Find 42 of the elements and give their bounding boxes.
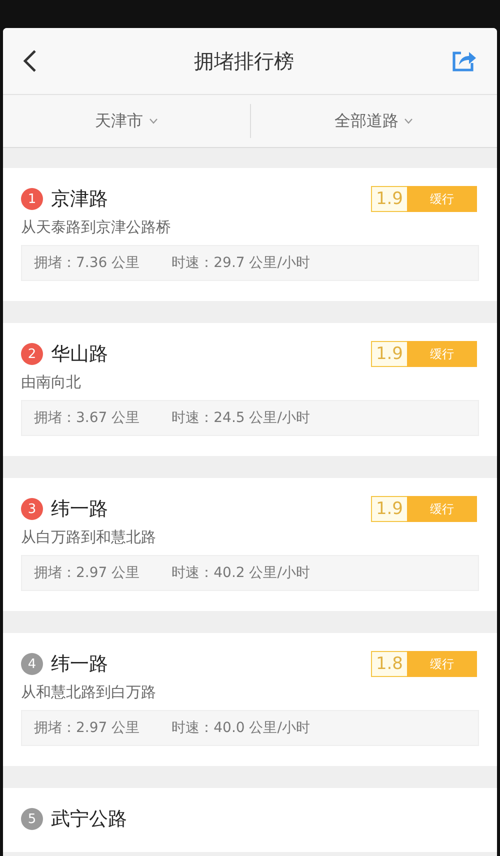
congestion-index: 1.9 [370,341,407,367]
road-card[interactable]: 2 华山路 1.9 缓行 由南向北 拥堵：3.67 公里 时速：24.5 公里/小时 [3,323,497,456]
filter-dropdown[interactable]: 全部道路 [250,95,497,147]
status-tag: 缓行 [407,186,477,212]
status-tag: 缓行 [407,496,477,522]
page-title: 拥堵排行榜 [193,48,295,74]
road-section: 由南向北 [21,373,479,392]
road-section: 从天泰路到京津公路桥 [21,218,479,237]
share-icon[interactable] [451,49,477,73]
road-card[interactable]: 3 纬一路 1.9 缓行 从白万路到和慧北路 拥堵：2.97 公里 时速：40.2 公里/小时 [3,478,497,611]
road-card[interactable]: 4 纬一路 1.8 缓行 从和慧北路到白万路 拥堵：2.97 公里 时速：40.0 公里/小时 [3,633,497,766]
rank-badge: 2 [21,343,43,365]
road-section: 从白万路到和慧北路 [21,528,479,547]
caret-icon [148,118,158,124]
rank-badge: 3 [21,498,43,520]
speed-text: 时速：40.0 公里/小时 [172,719,310,737]
rank-badge: 4 [21,653,43,675]
rank-badge: 5 [21,808,43,830]
back-icon[interactable] [23,49,37,73]
speed-text: 时速：29.7 公里/小时 [172,254,310,272]
filter-dropdown[interactable]: 天津市 [3,95,250,147]
road-name: 武宁公路 [51,807,128,832]
road-name: 京津路 [51,187,109,212]
jam-length: 拥堵：2.97 公里 [34,564,140,582]
speed-text: 时速：24.5 公里/小时 [172,409,310,427]
road-card[interactable]: 5 武宁公路 [3,788,497,852]
road-name: 纬一路 [51,652,109,677]
caret-icon [404,118,414,124]
road-name: 纬一路 [51,497,109,522]
road-name: 华山路 [51,342,109,367]
jam-length: 拥堵：2.97 公里 [34,719,140,737]
congestion-index: 1.8 [370,651,407,677]
rank-badge: 1 [21,188,43,210]
congestion-index: 1.9 [370,496,407,522]
road-section: 从和慧北路到白万路 [21,683,479,702]
status-tag: 缓行 [407,341,477,367]
jam-length: 拥堵：7.36 公里 [34,254,140,272]
speed-text: 时速：40.2 公里/小时 [172,564,310,582]
congestion-index: 1.9 [370,186,407,212]
jam-length: 拥堵：3.67 公里 [34,409,140,427]
status-tag: 缓行 [407,651,477,677]
road-card[interactable]: 1 京津路 1.9 缓行 从天泰路到京津公路桥 拥堵：7.36 公里 时速：29.7 公里/小时 [3,168,497,301]
